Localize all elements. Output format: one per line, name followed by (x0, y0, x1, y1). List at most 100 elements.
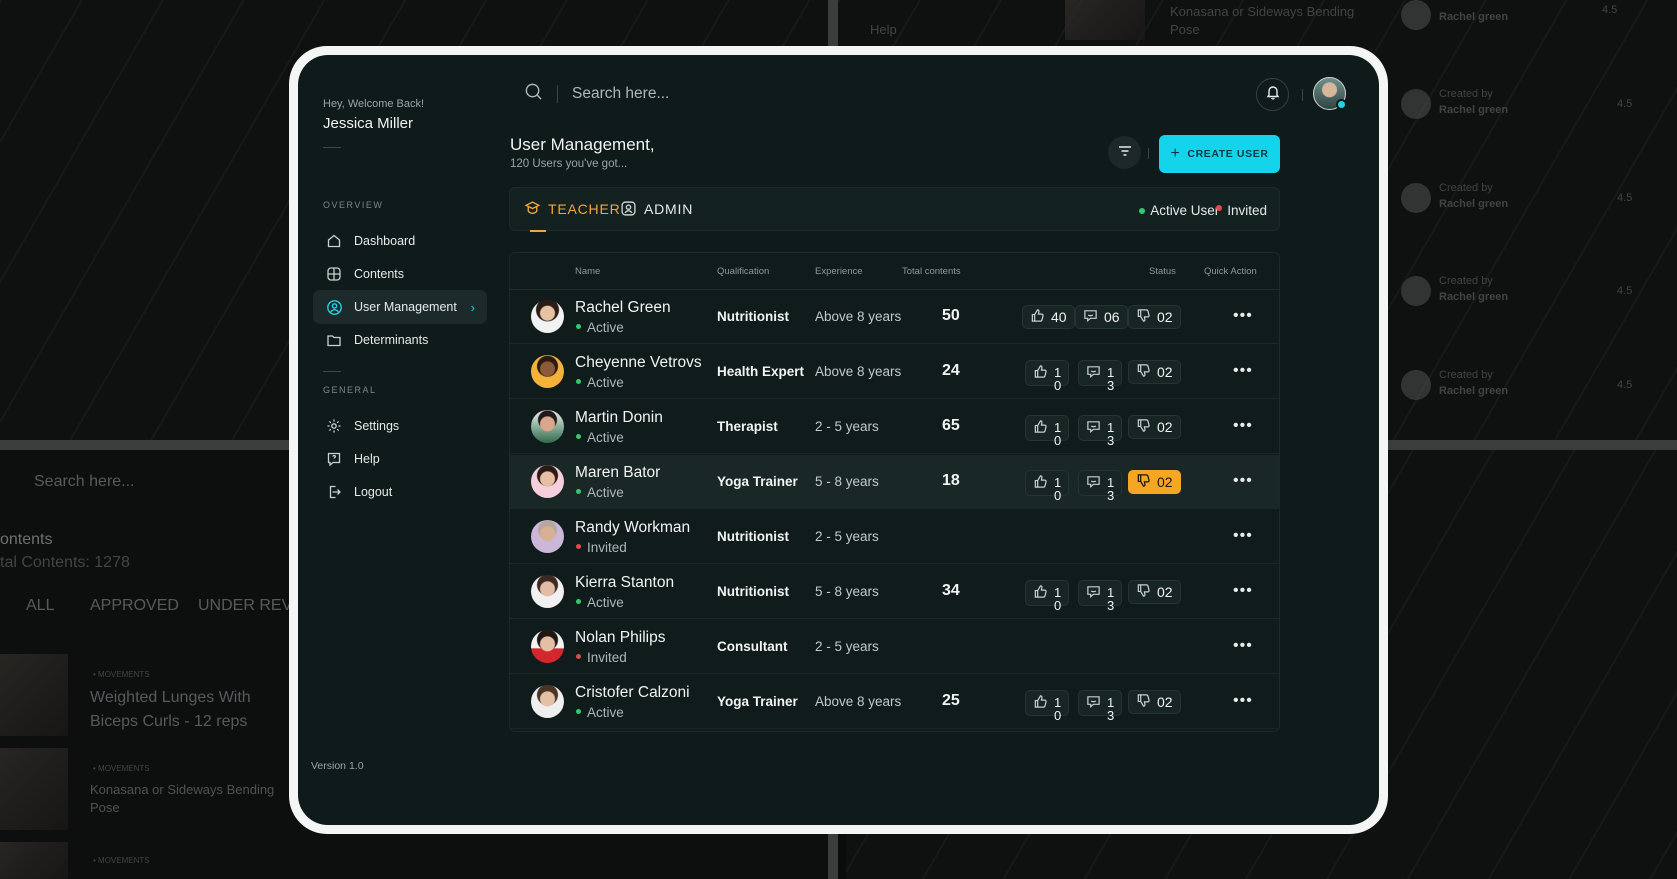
table-row[interactable]: Rachel Green Active Nutritionist Above 8 ye… (510, 290, 1279, 344)
thumbs-down-icon (1136, 363, 1157, 381)
divider (1302, 89, 1303, 101)
search-input[interactable] (572, 85, 872, 103)
more-actions-button[interactable]: ••• (1233, 692, 1253, 710)
table-row[interactable]: Nolan Philips Invited Consultant 2 - 5 year… (510, 620, 1279, 674)
bg-thumb-1 (0, 654, 68, 736)
bg-creator-avatar (1401, 183, 1431, 213)
col-experience: Experience (815, 266, 863, 277)
user-name: Rachel Green (575, 299, 671, 316)
thumbs-down-icon (1136, 418, 1157, 436)
status-dot (576, 599, 581, 604)
table-row[interactable]: Cristofer Calzoni Active Yoga Trainer Above… (510, 675, 1279, 729)
tab-teacher[interactable]: TEACHER (524, 200, 621, 217)
likes-count: 10 (1025, 690, 1070, 722)
legend-invited: Invited (1227, 203, 1267, 218)
table-row[interactable]: Randy Workman Invited Nutritionist 2 - 5 ye… (510, 510, 1279, 564)
comments-value: 13 (1107, 696, 1114, 722)
comments-count: 13 (1078, 690, 1123, 722)
comments-value: 13 (1107, 476, 1114, 502)
tab-admin[interactable]: ADMIN (620, 200, 693, 217)
search-bar[interactable] (524, 77, 872, 111)
more-actions-button[interactable]: ••• (1233, 307, 1253, 325)
table-row[interactable]: Kierra Stanton Active Nutritionist 5 - 8 ye… (510, 565, 1279, 619)
welcome-text: Hey, Welcome Back! (323, 98, 425, 110)
more-actions-button[interactable]: ••• (1233, 362, 1253, 380)
legend-active: Active User (1150, 203, 1220, 218)
bg-card-title-1b: Biceps Curls - 12 reps (90, 713, 248, 730)
dislikes-value: 02 (1157, 694, 1173, 710)
plus-icon: + (1170, 145, 1181, 162)
folder-icon (325, 331, 343, 349)
tab-label: TEACHER (548, 200, 621, 217)
experience: Above 8 years (815, 309, 902, 324)
bg-rating-1: 4.5 (1602, 4, 1618, 16)
thumbs-up-icon (1033, 364, 1054, 382)
bg-rating: 4.5 (1617, 379, 1633, 391)
more-actions-button[interactable]: ••• (1233, 582, 1253, 600)
comments-count: 13 (1078, 470, 1123, 502)
dislikes-count[interactable]: 02 (1128, 470, 1181, 494)
user-circle-icon (325, 298, 343, 316)
bg-created-by: Created by (1439, 182, 1493, 194)
sidebar-item-dashboard[interactable]: Dashboard (313, 224, 487, 258)
comment-icon (1086, 364, 1107, 382)
comment-icon (1086, 474, 1107, 492)
likes-value: 40 (1051, 309, 1067, 325)
table-header: Name Qualification Experience Total cont… (510, 253, 1279, 290)
user-name: Martin Donin (575, 409, 663, 426)
dislikes-count[interactable]: 02 (1128, 690, 1181, 714)
avatar (531, 355, 564, 388)
sidebar-item-user-management[interactable]: User Management › (313, 290, 487, 324)
version-label: Version 1.0 (311, 760, 364, 772)
sidebar-item-contents[interactable]: Contents (313, 257, 487, 291)
sidebar-item-settings[interactable]: Settings (313, 409, 487, 443)
avatar[interactable] (1313, 77, 1347, 110)
thumbs-down-icon (1136, 693, 1157, 711)
filter-button[interactable] (1108, 136, 1141, 169)
app-screen: Hey, Welcome Back! Jessica Miller OVERVI… (298, 55, 1379, 825)
comments-digit-2: 3 (1107, 433, 1115, 448)
sidebar-item-determinants[interactable]: Determinants (313, 323, 487, 357)
experience: 5 - 8 years (815, 584, 879, 599)
bg-creator: Rachel green (1439, 104, 1509, 116)
more-actions-button[interactable]: ••• (1233, 527, 1253, 545)
dislikes-count[interactable]: 02 (1128, 360, 1181, 384)
bg-filter-all: ALL (26, 597, 55, 614)
qualification: Nutritionist (717, 309, 789, 324)
more-actions-button[interactable]: ••• (1233, 637, 1253, 655)
dislikes-count[interactable]: 02 (1128, 580, 1181, 604)
table-row[interactable]: Maren Bator Active Yoga Trainer 5 - 8 years… (510, 455, 1279, 509)
page-subtitle: 120 Users you've got... (510, 158, 628, 170)
qualification: Therapist (717, 419, 778, 434)
likes-digit-2: 0 (1054, 708, 1062, 723)
dislikes-count[interactable]: 02 (1128, 415, 1181, 439)
notification-button[interactable] (1256, 78, 1289, 111)
experience: 2 - 5 years (815, 419, 879, 434)
more-actions-button[interactable]: ••• (1233, 417, 1253, 435)
user-name: Cristofer Calzoni (575, 684, 690, 701)
bg-card-tag-3: • MOVEMENTS (93, 856, 150, 865)
sidebar-item-logout[interactable]: Logout (313, 475, 487, 509)
thumbs-down-icon (1136, 583, 1157, 601)
more-actions-button[interactable]: ••• (1233, 472, 1253, 490)
help-icon (325, 450, 343, 468)
comments-count: 13 (1078, 415, 1123, 447)
qualification: Nutritionist (717, 529, 789, 544)
experience: Above 8 years (815, 364, 902, 379)
experience: 2 - 5 years (815, 529, 879, 544)
table-row[interactable]: Martin Donin Active Therapist 2 - 5 years 65… (510, 400, 1279, 454)
bg-filter-approved: APPROVED (90, 597, 179, 614)
bg-creator: Rachel green (1439, 198, 1509, 210)
bg-created-by: Created by (1439, 88, 1493, 100)
user-status: Active (587, 320, 624, 335)
thumbs-up-icon (1030, 308, 1051, 326)
create-user-button[interactable]: + CREATE USER (1159, 135, 1280, 173)
table-row[interactable]: Cheyenne Vetrovs Active Health Expert Above… (510, 345, 1279, 399)
sidebar-item-help[interactable]: Help (313, 442, 487, 476)
status-legend: Active User Invited (1139, 203, 1267, 218)
dislikes-count[interactable]: 02 (1128, 305, 1181, 329)
bg-contents-title: ontents (0, 531, 53, 548)
sidebar-item-label: User Management (354, 300, 457, 314)
qualification: Yoga Trainer (717, 694, 798, 709)
sidebar-item-label: Contents (354, 267, 405, 281)
